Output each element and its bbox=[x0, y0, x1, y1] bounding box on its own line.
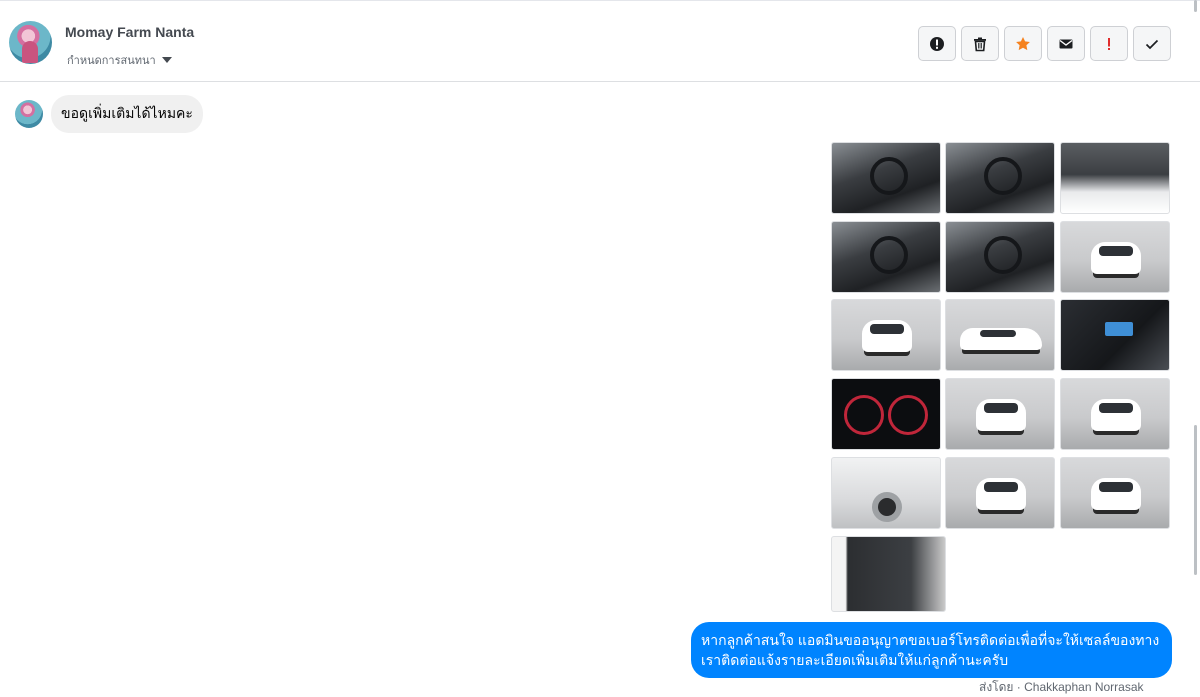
conversation-settings-label: กำหนดการสนทนา bbox=[67, 55, 156, 67]
action-toolbar bbox=[918, 26, 1171, 61]
photo-thumbnail[interactable] bbox=[945, 221, 1055, 293]
photo-thumbnail[interactable] bbox=[831, 299, 941, 371]
exclamation-icon bbox=[1108, 37, 1110, 50]
photo-thumbnail[interactable] bbox=[831, 457, 941, 529]
photo-thumbnail[interactable] bbox=[831, 142, 941, 214]
photo-thumbnail[interactable] bbox=[831, 378, 941, 450]
contact-name[interactable]: Momay Farm Nanta bbox=[65, 24, 194, 40]
photo-thumbnail[interactable] bbox=[1060, 142, 1170, 214]
delete-button[interactable] bbox=[961, 26, 999, 61]
photo-thumbnail[interactable] bbox=[831, 221, 941, 293]
conversation-settings-dropdown[interactable]: กำหนดการสนทนา bbox=[67, 51, 172, 69]
contact-avatar[interactable] bbox=[9, 21, 52, 64]
scrollbar-thumb[interactable] bbox=[1194, 425, 1197, 575]
mark-unread-button[interactable] bbox=[1047, 26, 1085, 61]
incoming-message-bubble[interactable]: ขอดูเพิ่มเติมได้ไหมคะ bbox=[51, 95, 203, 133]
sent-by-label: ส่งโดย · Chakkaphan Norrasak bbox=[979, 680, 1144, 694]
mark-done-button[interactable] bbox=[1133, 26, 1171, 61]
photo-thumbnail[interactable] bbox=[1060, 221, 1170, 293]
star-button[interactable] bbox=[1004, 26, 1042, 61]
outgoing-message-bubble[interactable]: หากลูกค้าสนใจ แอดมินขออนุญาตขอเบอร์โทรติ… bbox=[691, 622, 1172, 678]
photo-thumbnail[interactable] bbox=[945, 299, 1055, 371]
sender-avatar[interactable] bbox=[15, 100, 43, 128]
photo-thumbnail[interactable] bbox=[1060, 457, 1170, 529]
alert-circle-icon bbox=[930, 36, 944, 51]
envelope-icon bbox=[1059, 39, 1073, 48]
star-icon bbox=[1016, 36, 1030, 50]
photo-thumbnail[interactable] bbox=[945, 142, 1055, 214]
photo-thumbnail[interactable] bbox=[831, 536, 946, 612]
caret-down-icon bbox=[161, 57, 172, 63]
flag-important-button[interactable] bbox=[1090, 26, 1128, 61]
trash-icon bbox=[974, 37, 986, 51]
report-spam-button[interactable] bbox=[918, 26, 956, 61]
photo-thumbnail[interactable] bbox=[1060, 378, 1170, 450]
check-icon bbox=[1145, 39, 1159, 49]
conversation-header: Momay Farm Nanta กำหนดการสนทนา bbox=[0, 0, 1200, 82]
photo-thumbnail[interactable] bbox=[1060, 299, 1170, 371]
photo-thumbnail[interactable] bbox=[945, 457, 1055, 529]
incoming-message-row: ขอดูเพิ่มเติมได้ไหมคะ bbox=[15, 95, 203, 133]
photo-thumbnail[interactable] bbox=[945, 378, 1055, 450]
scrollbar-thumb-top[interactable] bbox=[1194, 0, 1197, 12]
